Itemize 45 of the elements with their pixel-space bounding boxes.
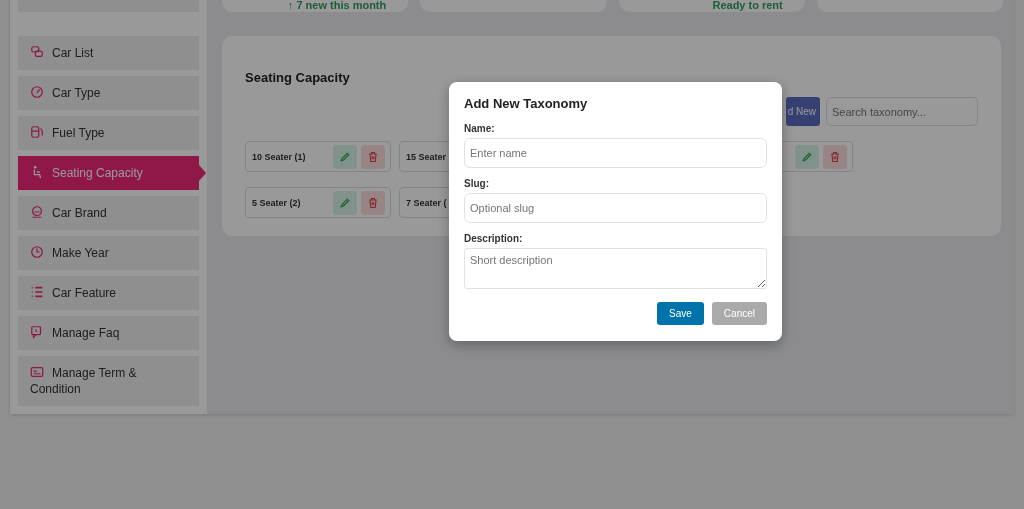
sidebar-item[interactable]: Make Year (18, 236, 199, 270)
search-field[interactable]: Search taxonomy... (826, 97, 978, 126)
add-new-button[interactable]: d New (785, 97, 820, 126)
panel-title: Seating Capacity (245, 70, 351, 85)
save-button[interactable]: Save (657, 302, 704, 325)
modal-title: Add New Taxonomy (464, 96, 589, 111)
input-field[interactable]: Optional slug (464, 193, 767, 223)
cars-icon (30, 45, 44, 59)
stat-note: ↑ 7 new this month (287, 0, 387, 11)
description-field[interactable]: Short description (464, 248, 767, 289)
term-label: 7 Seater ( (406, 197, 447, 208)
trash-icon (367, 196, 379, 209)
question-chat-icon (30, 325, 44, 339)
input-field[interactable]: Enter name (464, 138, 767, 168)
sidebar-item[interactable]: Manage Term & Condition (18, 356, 199, 406)
sidebar-item[interactable]: Manage Faq (18, 316, 199, 350)
trash-icon (367, 150, 379, 163)
delete-button[interactable] (823, 144, 847, 169)
pencil-icon (339, 196, 351, 209)
term-label: 15 Seater (406, 151, 447, 162)
clock-icon (30, 245, 44, 259)
edit-button[interactable] (333, 190, 357, 215)
field-label: Description: (464, 233, 524, 244)
edit-button[interactable] (795, 144, 819, 169)
term-label: 10 Seater (1) (252, 151, 306, 162)
term-label: 5 Seater (2) (252, 197, 301, 208)
sidebar-item[interactable]: Car List (18, 36, 199, 70)
gauge-icon (30, 85, 44, 99)
pencil-icon (339, 150, 351, 163)
sidebar-item[interactable]: Fuel Type (18, 116, 199, 150)
trash-icon (829, 150, 841, 163)
car-badge-icon (30, 205, 44, 219)
document-icon (30, 365, 44, 379)
list-icon (30, 285, 44, 299)
fuel-icon (30, 125, 44, 139)
delete-button[interactable] (361, 144, 385, 169)
field-label: Name: (464, 123, 496, 134)
sidebar-item[interactable]: Car Brand (18, 196, 199, 230)
field-label: Slug: (464, 178, 490, 189)
edit-button[interactable] (333, 144, 357, 169)
stat-note: Ready to rent (712, 0, 783, 11)
pencil-icon (801, 150, 813, 163)
delete-button[interactable] (361, 190, 385, 215)
sidebar-item[interactable]: Car Type (18, 76, 199, 110)
sidebar-item[interactable]: Car Feature (18, 276, 199, 310)
